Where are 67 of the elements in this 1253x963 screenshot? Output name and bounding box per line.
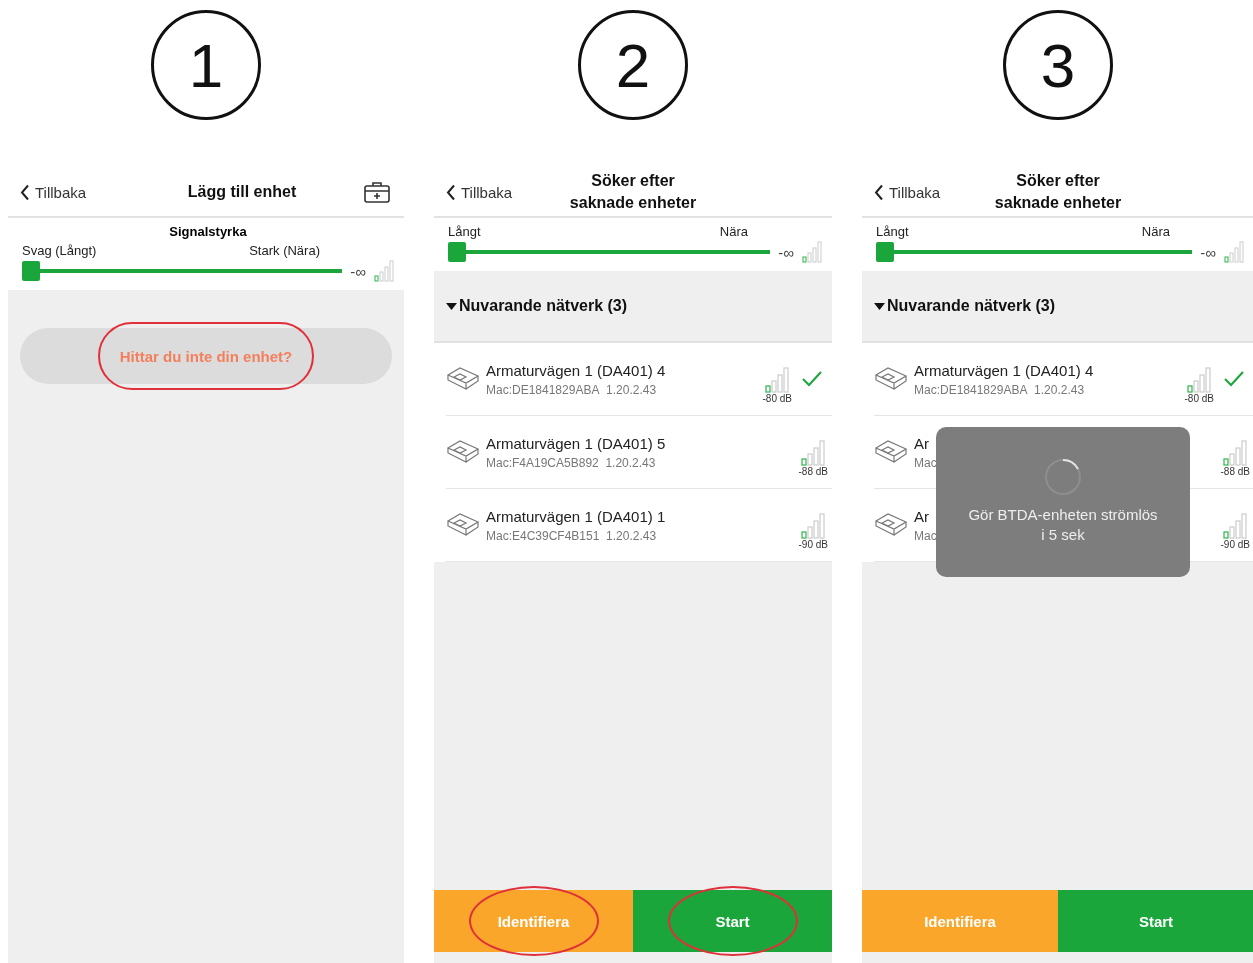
spinner-icon xyxy=(1043,457,1083,497)
signal-bars-icon xyxy=(1223,439,1248,466)
slider-min-label: Långt xyxy=(876,224,909,239)
slider-reading: -∞ xyxy=(350,262,366,280)
slider-thumb[interactable] xyxy=(876,242,894,262)
slider-reading: -∞ xyxy=(778,243,794,261)
device-details: Mac:E4C39CF4B151 1.20.2.43 xyxy=(486,528,657,543)
slider-max-label: Nära xyxy=(719,224,748,239)
device-row[interactable]: Armaturvägen 1 (DA401) 5 Mac:F4A19CA5B892 1.20.2.43 -88 dB xyxy=(446,416,832,489)
device-icon xyxy=(446,365,480,393)
device-name: Armaturvägen 1 (DA401) 4 xyxy=(914,361,1094,379)
device-name: Armaturvägen 1 (DA401) 5 xyxy=(486,434,666,452)
back-button[interactable]: Tillbaka xyxy=(874,183,974,201)
triangle-down-icon xyxy=(446,301,457,311)
step-number: 3 xyxy=(1003,10,1113,120)
signal-reading: -80 dB xyxy=(1184,392,1214,404)
briefcase-plus-icon[interactable] xyxy=(364,181,390,203)
signal-reading: -88 dB xyxy=(1220,465,1250,477)
step-number: 2 xyxy=(578,10,688,120)
signal-bars-icon xyxy=(801,512,826,539)
signal-bars-icon xyxy=(374,260,394,282)
device-name: Armaturvägen 1 (DA401) 4 xyxy=(486,361,666,379)
device-details: Mac:DE1841829ABA 1.20.2.43 xyxy=(914,382,1085,397)
device-details: Mac:DE1841829ABA 1.20.2.43 xyxy=(486,382,657,397)
signal-bars-icon xyxy=(1223,512,1248,539)
chevron-left-icon xyxy=(446,183,456,201)
device-name: Armaturvägen 1 (DA401) 1 xyxy=(486,507,666,525)
slider-thumb[interactable] xyxy=(22,261,40,281)
slider-min-label: Svag (Långt) xyxy=(22,243,97,258)
signal-bars-icon xyxy=(765,366,790,393)
slider-heading: Signalstyrka xyxy=(168,224,248,239)
step-number: 1 xyxy=(151,10,261,120)
screen-title: Lägg till enhet xyxy=(186,182,298,202)
slider-thumb[interactable] xyxy=(448,242,466,262)
signal-bars-icon xyxy=(802,241,822,263)
chevron-left-icon xyxy=(874,183,884,201)
screen-title: Söker efter saknade enheter xyxy=(993,171,1123,213)
device-row[interactable]: Armaturvägen 1 (DA401) 4 Mac:DE1841829ABA 1.20.2.43 -80 dB xyxy=(874,343,1253,416)
back-button[interactable]: Tillbaka xyxy=(446,183,546,201)
slider-min-label: Långt xyxy=(448,224,481,239)
slider-max-label: Nära xyxy=(1141,224,1170,239)
screen-title: Söker efter saknade enheter xyxy=(568,171,698,213)
toast-text: Gör BTDA-enheten strömlös i 5 sek xyxy=(968,505,1158,545)
slider-max-label: Stark (Nära) xyxy=(249,243,320,258)
device-icon xyxy=(874,511,908,539)
device-details: Mac xyxy=(914,455,937,470)
signal-bars-icon xyxy=(801,439,826,466)
device-row[interactable]: Armaturvägen 1 (DA401) 4 Mac:DE1841829ABA 1.20.2.43 -80 dB xyxy=(446,343,832,416)
chevron-left-icon xyxy=(20,183,30,201)
device-icon xyxy=(874,438,908,466)
signal-reading: -88 dB xyxy=(798,465,828,477)
signal-reading: -90 dB xyxy=(1220,538,1250,550)
slider-reading: -∞ xyxy=(1200,243,1216,261)
device-details: Mac:F4A19CA5B892 1.20.2.43 xyxy=(486,455,656,470)
device-name: Ar xyxy=(914,434,929,452)
device-icon xyxy=(874,365,908,393)
signal-reading: -90 dB xyxy=(798,538,828,550)
device-icon xyxy=(446,511,480,539)
device-row[interactable]: Armaturvägen 1 (DA401) 1 Mac:E4C39CF4B151 1.20.2.43 -90 dB xyxy=(446,489,832,562)
device-details: Mac xyxy=(914,528,937,543)
signal-bars-icon xyxy=(1224,241,1244,263)
device-name: Ar xyxy=(914,507,929,525)
triangle-down-icon xyxy=(874,301,885,311)
back-button[interactable]: Tillbaka xyxy=(20,183,120,201)
signal-bars-icon xyxy=(1187,366,1212,393)
signal-reading: -80 dB xyxy=(762,392,792,404)
device-icon xyxy=(446,438,480,466)
